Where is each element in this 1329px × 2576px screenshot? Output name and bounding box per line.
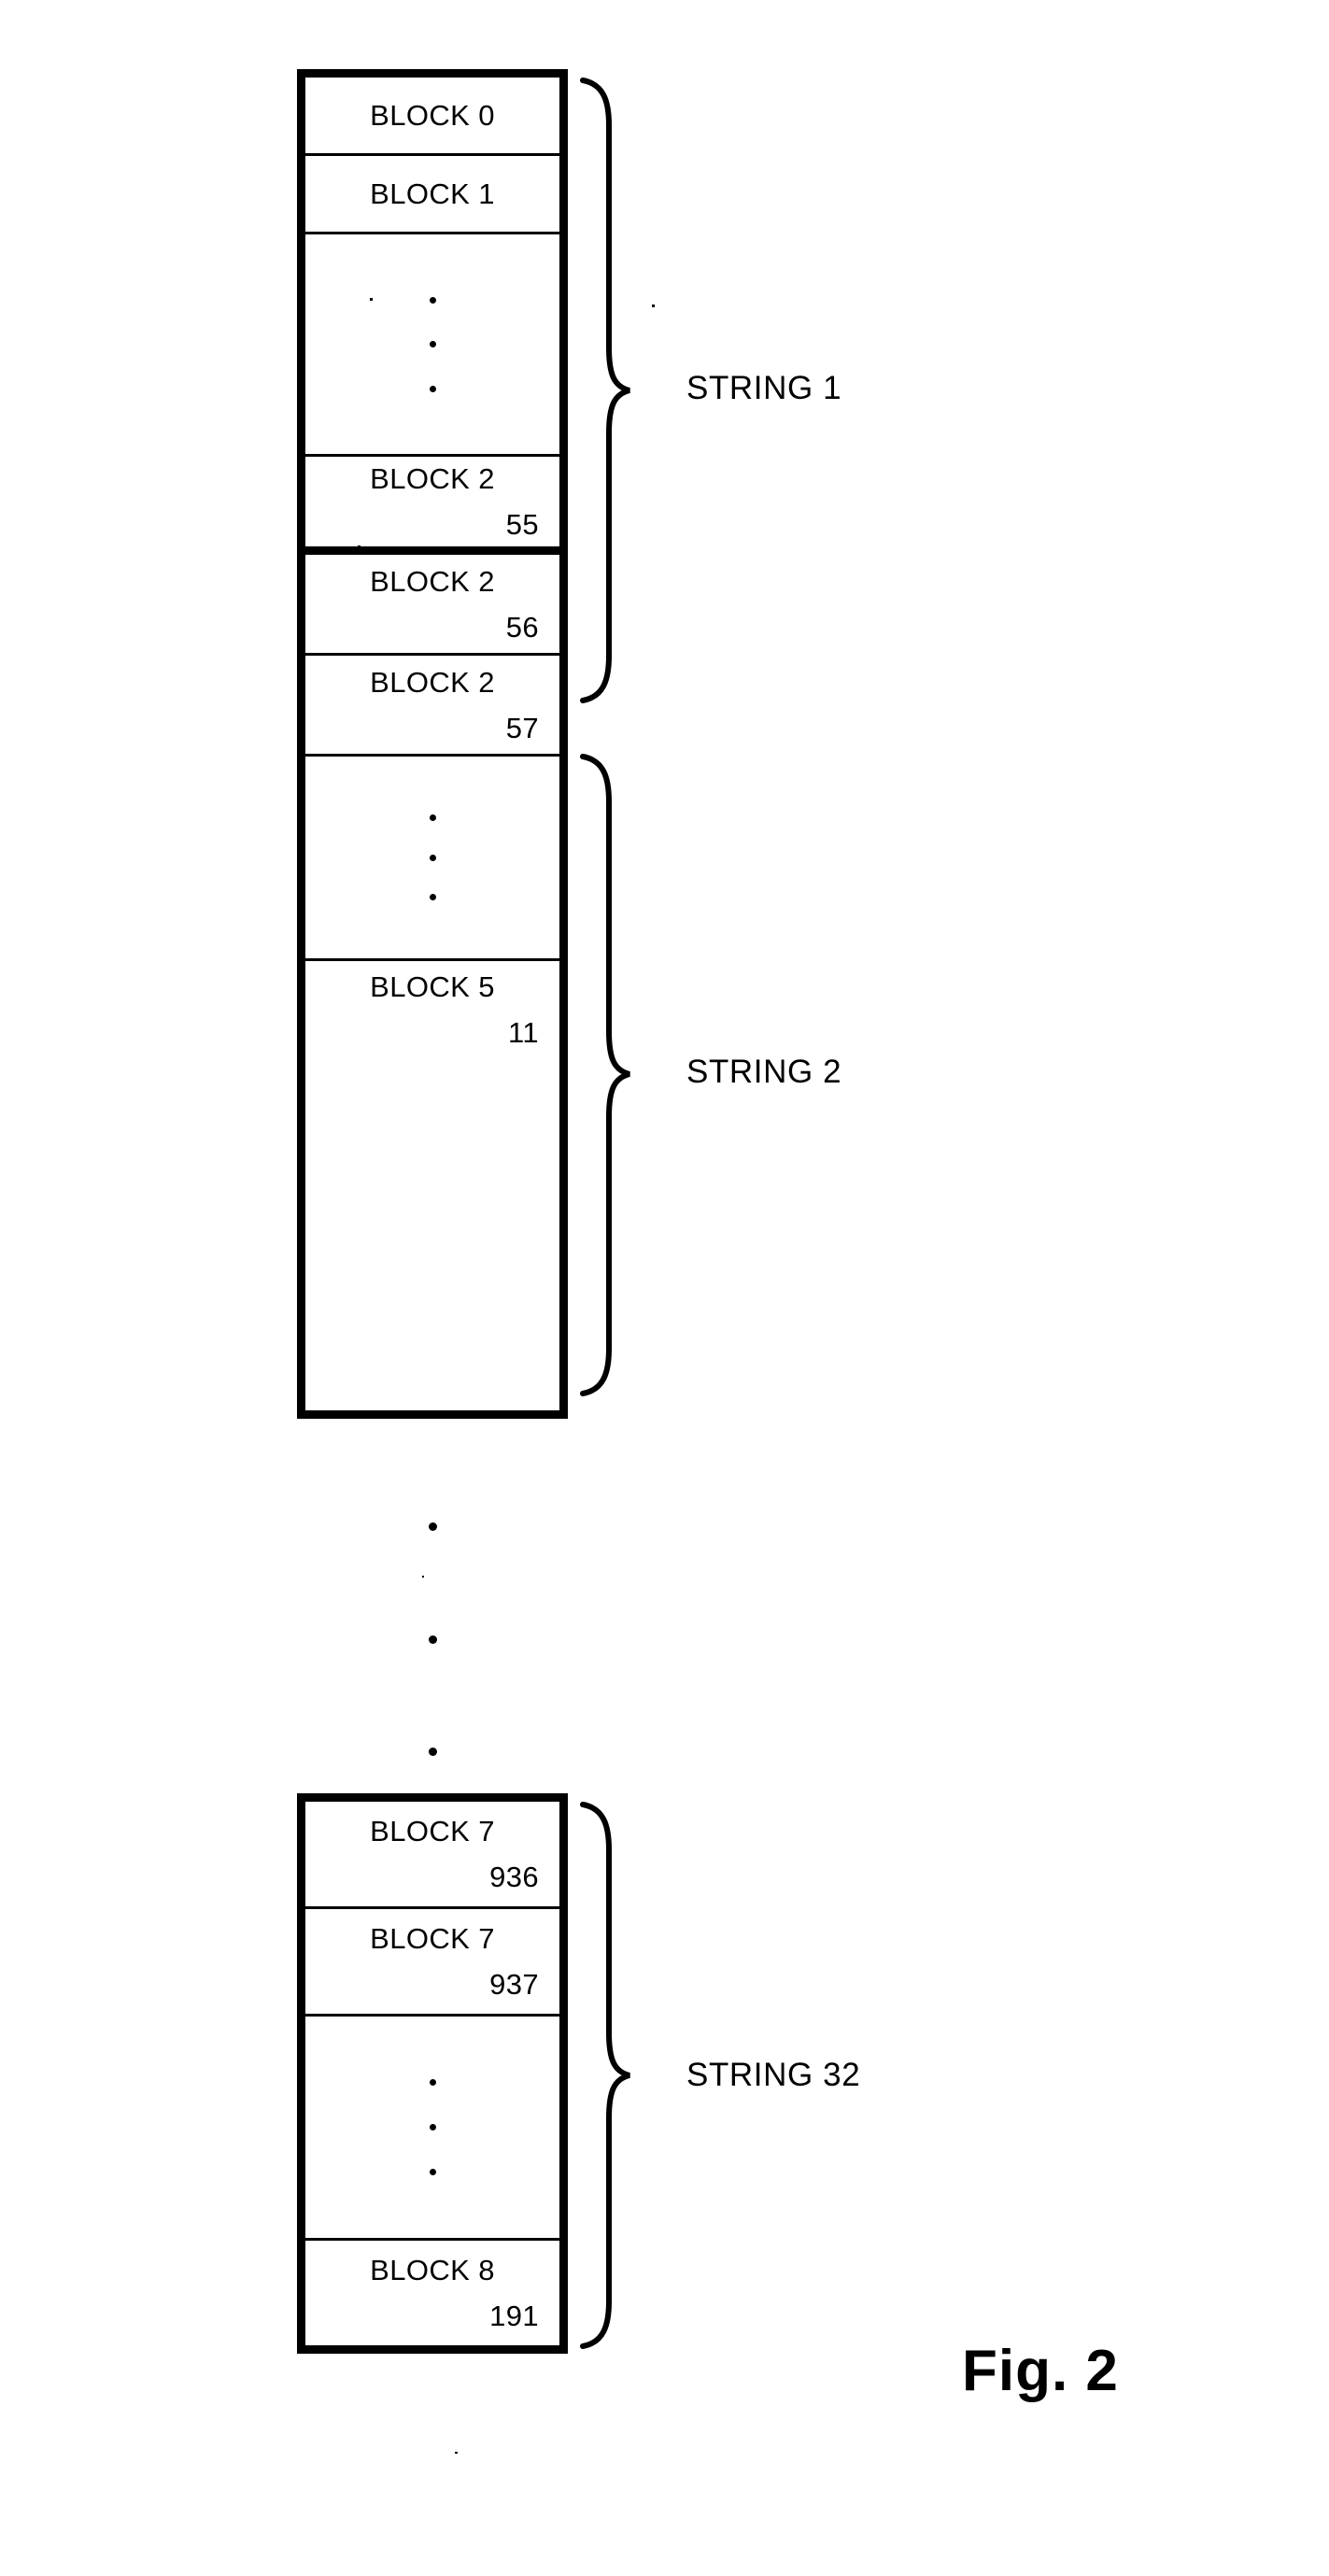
- block-cell: BLOCK 8 191: [305, 2241, 559, 2345]
- string-label-1: STRING 1: [686, 370, 842, 406]
- block-cell-label: BLOCK 7: [370, 1815, 495, 1847]
- ellipsis-dot: [429, 385, 436, 392]
- scan-speck: [422, 1576, 424, 1578]
- brace-string-1: [577, 77, 635, 704]
- vertical-ellipsis-icon: [305, 757, 559, 958]
- block-cell: BLOCK 1: [305, 156, 559, 234]
- block-cell-number: 57: [505, 711, 539, 744]
- ellipsis-dot: [429, 2079, 436, 2086]
- string-label-2: STRING 2: [686, 1054, 842, 1090]
- brace-string-32: [577, 1801, 635, 2350]
- block-cell-number: 191: [489, 2300, 539, 2332]
- ellipsis-dot: [428, 1747, 437, 1756]
- scan-speck: [358, 545, 361, 548]
- scan-speck: [652, 304, 655, 307]
- ellipsis-dot: [428, 1522, 437, 1532]
- block-cell: BLOCK 7 937: [305, 1909, 559, 2017]
- block-cell: BLOCK 2 57: [305, 656, 559, 757]
- vertical-ellipsis-icon: [305, 234, 559, 454]
- block-cell-ellipsis: [305, 757, 559, 961]
- ellipsis-dot: [429, 2124, 436, 2130]
- ellipsis-dot: [429, 341, 436, 347]
- block-array-string-32: BLOCK 7 936 BLOCK 7 937 BLOCK 8 191: [297, 1793, 568, 2354]
- block-cell: BLOCK 7 936: [305, 1802, 559, 1909]
- block-cell-label: BLOCK 2: [370, 564, 495, 598]
- block-cell-label: BLOCK 2: [370, 665, 495, 699]
- ellipsis-dot: [428, 1410, 437, 1419]
- array-gap-ellipsis-icon: [425, 1410, 440, 1756]
- brace-string-2: [577, 753, 635, 1397]
- block-cell-label: BLOCK 5: [370, 970, 495, 1003]
- block-cell-ellipsis: [305, 234, 559, 457]
- block-cell: BLOCK 5 11: [305, 961, 559, 1057]
- block-cell-number: 937: [489, 1968, 539, 2001]
- block-cell-label: BLOCK 8: [370, 2254, 495, 2286]
- figure-caption: Fig. 2: [962, 2339, 1119, 2403]
- block-array-strings-1-2: BLOCK 0 BLOCK 1 BLOCK 2 55 BLOCK 2 56 BL…: [297, 69, 568, 1419]
- ellipsis-dot: [429, 814, 436, 821]
- block-cell-label: BLOCK 1: [370, 177, 495, 210]
- block-cell-label: BLOCK 0: [370, 99, 495, 132]
- scan-speck: [455, 2452, 458, 2454]
- block-cell-number: 56: [505, 610, 539, 644]
- block-cell-number: 55: [505, 508, 539, 541]
- scan-speck: [370, 298, 373, 301]
- string-label-32: STRING 32: [686, 2057, 861, 2093]
- ellipsis-dot: [429, 2169, 436, 2175]
- ellipsis-dot: [428, 1635, 437, 1644]
- block-cell-number: 11: [508, 1015, 539, 1049]
- block-cell: BLOCK 0: [305, 78, 559, 156]
- block-cell-ellipsis: [305, 2017, 559, 2241]
- block-cell-label: BLOCK 2: [370, 462, 495, 495]
- ellipsis-dot: [429, 894, 436, 901]
- block-cell: BLOCK 2 56: [305, 555, 559, 656]
- vertical-ellipsis-icon: [305, 2017, 559, 2238]
- block-cell-number: 936: [489, 1861, 539, 1893]
- block-cell-label: BLOCK 7: [370, 1922, 495, 1955]
- ellipsis-dot: [429, 296, 436, 304]
- ellipsis-dot: [429, 854, 436, 861]
- block-cell: BLOCK 2 55: [305, 457, 559, 555]
